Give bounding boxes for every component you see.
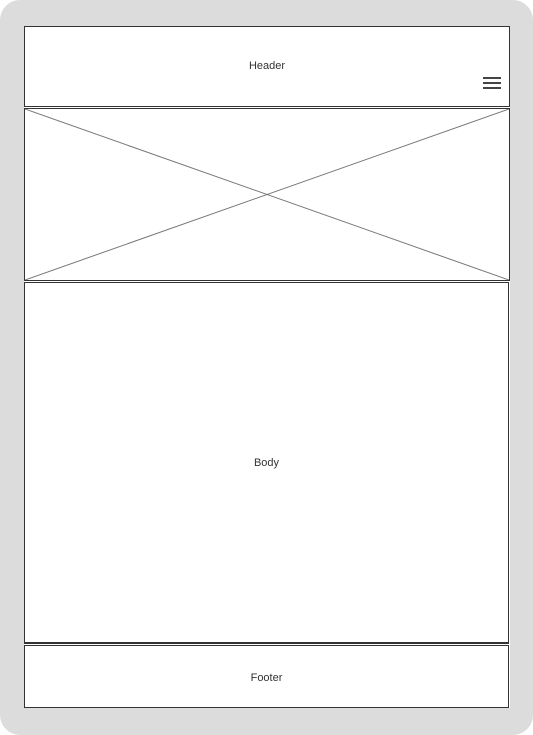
device-frame: Header Body Footer <box>0 0 533 735</box>
menu-icon-bar <box>483 87 501 89</box>
header: Header <box>24 26 510 107</box>
hamburger-menu-icon[interactable] <box>483 77 501 91</box>
menu-icon-bar <box>483 77 501 79</box>
footer-label: Footer <box>250 672 283 684</box>
footer: Footer <box>24 645 509 708</box>
hero-image-placeholder <box>24 108 510 281</box>
menu-icon-bar <box>483 82 501 84</box>
screen: Header Body Footer <box>24 26 510 708</box>
body-section: Body <box>24 282 509 644</box>
header-title: Header <box>248 60 286 72</box>
image-placeholder-icon <box>25 109 509 280</box>
body-label: Body <box>253 457 280 469</box>
